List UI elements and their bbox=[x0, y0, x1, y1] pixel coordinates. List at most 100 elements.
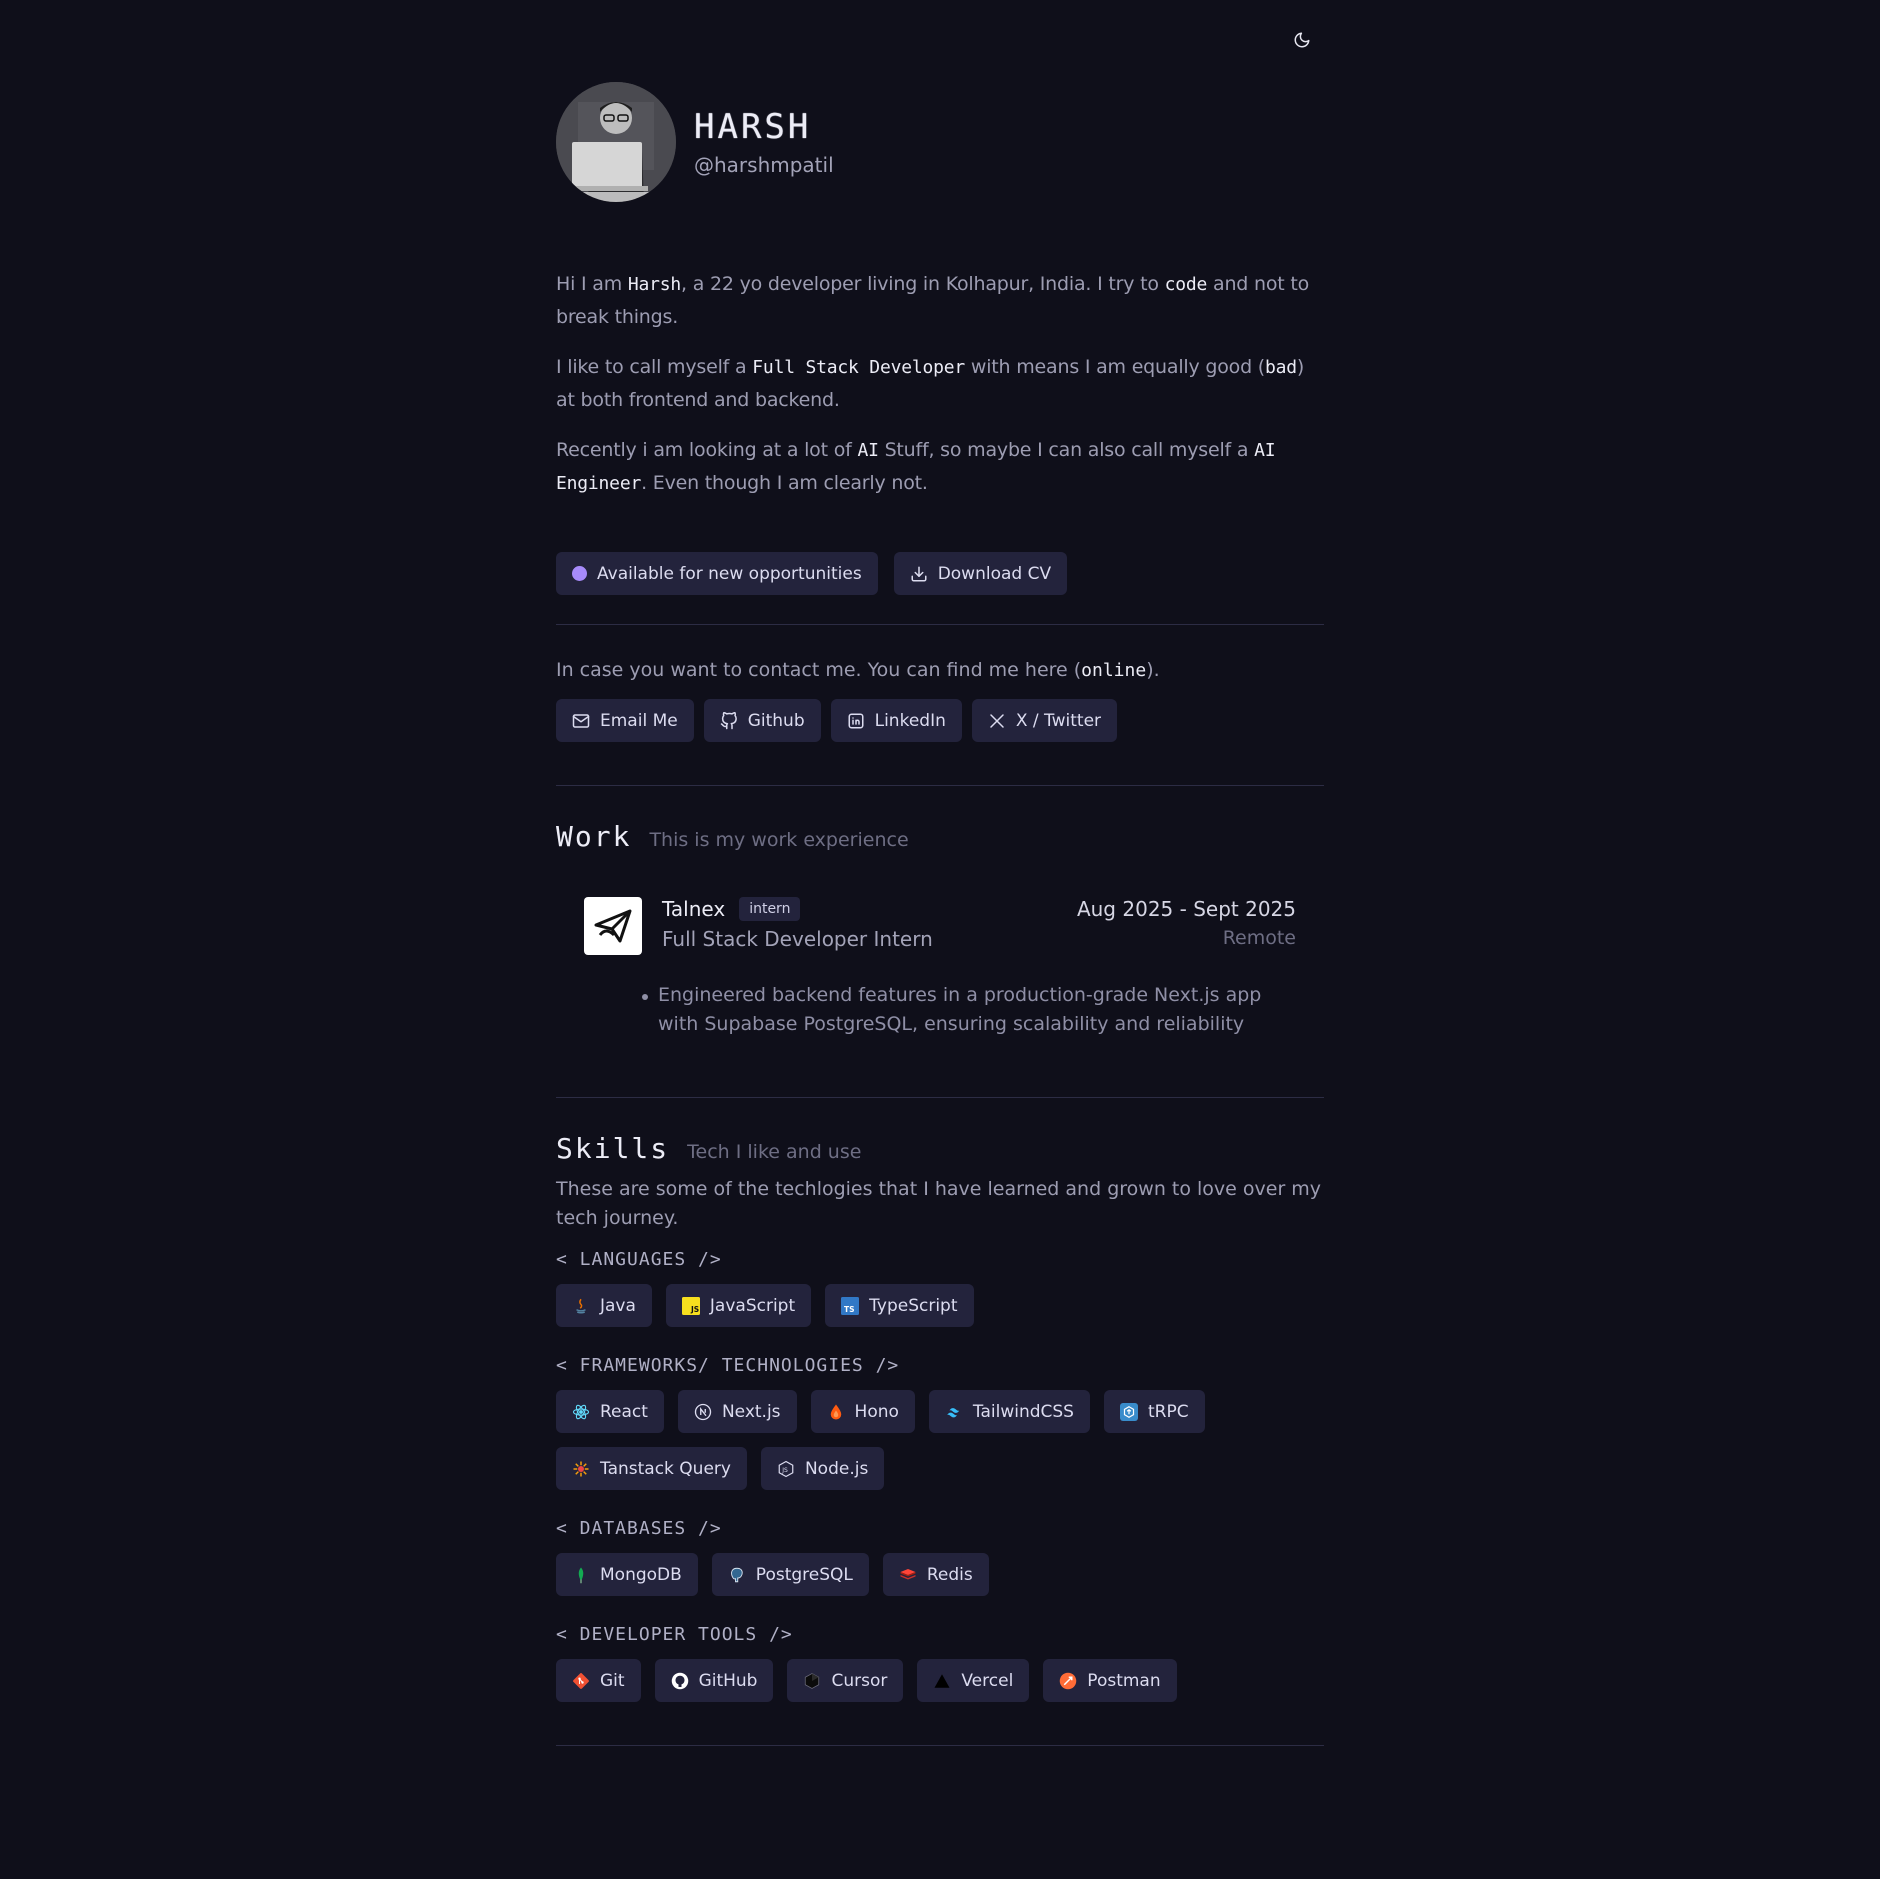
contact-text-part: In case you want to contact me. You can … bbox=[556, 659, 1082, 681]
skill-label: MongoDB bbox=[600, 1564, 682, 1585]
skill-chip[interactable]: Redis bbox=[882, 1553, 989, 1596]
linkedin-label: LinkedIn bbox=[874, 710, 946, 731]
skill-chip[interactable]: Java bbox=[556, 1284, 652, 1327]
skill-chip[interactable]: JS JavaScript bbox=[665, 1284, 812, 1327]
twitter-label: X / Twitter bbox=[1015, 710, 1102, 731]
download-cv-label: Download CV bbox=[937, 563, 1052, 584]
skill-label: Next.js bbox=[721, 1401, 781, 1422]
hono-icon bbox=[827, 1403, 845, 1421]
skills-title: Skills bbox=[556, 1132, 670, 1165]
skill-label: Cursor bbox=[831, 1670, 888, 1691]
svg-text:JS: JS bbox=[690, 1305, 699, 1314]
skill-group-devtools: Git GitHub Cursor Vercel Postman bbox=[556, 1659, 1324, 1702]
bio-text: Recently i am looking at a lot of bbox=[556, 439, 858, 461]
nextjs-icon bbox=[694, 1403, 712, 1421]
bio-highlight: bad bbox=[1265, 357, 1297, 378]
github-icon bbox=[720, 711, 737, 729]
work-header: Work This is my work experience bbox=[556, 820, 1324, 853]
trpc-icon bbox=[1119, 1402, 1138, 1421]
download-icon bbox=[911, 566, 927, 581]
bio-text: Stuff, so maybe I can also call myself a bbox=[878, 439, 1255, 461]
skill-label: Node.js bbox=[804, 1458, 869, 1479]
skill-chip[interactable]: TS TypeScript bbox=[825, 1284, 974, 1327]
job-role: Full Stack Developer Intern bbox=[662, 927, 933, 951]
moon-icon bbox=[1294, 32, 1310, 48]
status-dot-icon bbox=[572, 566, 587, 581]
tailwind-icon bbox=[945, 1403, 963, 1421]
typescript-icon: TS bbox=[841, 1296, 860, 1315]
divider bbox=[556, 1745, 1324, 1746]
theme-toggle-button[interactable] bbox=[1288, 26, 1316, 54]
skill-chip[interactable]: React bbox=[556, 1390, 664, 1433]
skill-chip[interactable]: PostgreSQL bbox=[711, 1553, 869, 1596]
job-card: Talnex intern Full Stack Developer Inter… bbox=[584, 897, 1296, 955]
skill-group-frameworks: React Next.js Hono TailwindCSS tRPC Tans… bbox=[556, 1390, 1324, 1490]
availability-badge[interactable]: Available for new opportunities bbox=[556, 552, 878, 595]
skill-label: Hono bbox=[854, 1401, 899, 1422]
tanstack-icon bbox=[572, 1460, 590, 1478]
skill-chip[interactable]: Hono bbox=[810, 1390, 915, 1433]
skills-header: Skills Tech I like and use bbox=[556, 1132, 1324, 1165]
postgresql-icon bbox=[728, 1566, 746, 1584]
skill-label: GitHub bbox=[698, 1670, 758, 1691]
job-bullets: Engineered backend features in a product… bbox=[642, 981, 1296, 1039]
bio-paragraph: Hi I am Harsh, a 22 yo developer living … bbox=[556, 268, 1324, 333]
portfolio-page: HARSH @harshmpatil Hi I am Harsh, a 22 y… bbox=[0, 0, 1880, 1879]
email-button[interactable]: Email Me bbox=[556, 699, 694, 742]
linkedin-link[interactable]: LinkedIn bbox=[830, 699, 962, 742]
mongodb-icon bbox=[572, 1566, 590, 1584]
skill-chip[interactable]: tRPC bbox=[1103, 1390, 1205, 1433]
email-label: Email Me bbox=[600, 710, 678, 731]
svg-text:TS: TS bbox=[844, 1305, 855, 1314]
skill-group-databases: MongoDB PostgreSQL Redis bbox=[556, 1553, 1324, 1596]
main-content: HARSH @harshmpatil Hi I am Harsh, a 22 y… bbox=[556, 82, 1324, 1746]
download-cv-button[interactable]: Download CV bbox=[893, 552, 1068, 595]
skill-group-label: < LANGUAGES /> bbox=[556, 1249, 722, 1270]
skill-chip[interactable]: GitHub bbox=[654, 1659, 774, 1702]
github-link[interactable]: Github bbox=[703, 699, 821, 742]
job-location: Remote bbox=[1222, 927, 1296, 949]
divider bbox=[556, 785, 1324, 786]
twitter-link[interactable]: X / Twitter bbox=[971, 699, 1118, 742]
linkedin-icon bbox=[848, 713, 864, 728]
bio-text: , a 22 yo developer living in Kolhapur, … bbox=[681, 273, 1165, 295]
skill-group-label: < DATABASES /> bbox=[556, 1518, 722, 1539]
skill-chip[interactable]: Tanstack Query bbox=[556, 1447, 747, 1490]
job-bullet: Engineered backend features in a product… bbox=[642, 981, 1296, 1039]
skill-chip[interactable]: Next.js bbox=[677, 1390, 797, 1433]
react-icon bbox=[572, 1403, 590, 1421]
profile-header: HARSH @harshmpatil bbox=[556, 82, 1324, 202]
skill-label: TypeScript bbox=[869, 1295, 958, 1316]
skill-label: React bbox=[600, 1401, 648, 1422]
job-type-badge: intern bbox=[739, 897, 801, 921]
skill-chip[interactable]: Vercel bbox=[917, 1659, 1030, 1702]
javascript-icon: JS bbox=[681, 1296, 700, 1315]
skill-label: Redis bbox=[926, 1564, 973, 1585]
redis-icon bbox=[899, 1566, 917, 1584]
skill-chip[interactable]: Cursor bbox=[787, 1659, 904, 1702]
skill-chip[interactable]: TailwindCSS bbox=[928, 1390, 1090, 1433]
work-subtitle: This is my work experience bbox=[649, 829, 909, 851]
social-links: Email Me Github LinkedIn X / Twitter bbox=[556, 699, 1324, 742]
skill-label: Tanstack Query bbox=[600, 1458, 731, 1479]
bio-highlight: Harsh bbox=[627, 274, 682, 295]
bio-text: with means I am equally good ( bbox=[965, 356, 1265, 378]
profile-handle: @harshmpatil bbox=[694, 153, 834, 177]
skill-chip[interactable]: Git bbox=[556, 1659, 641, 1702]
skill-chip[interactable]: JS Node.js bbox=[760, 1447, 885, 1490]
skill-label: JavaScript bbox=[709, 1295, 796, 1316]
skill-label: tRPC bbox=[1147, 1401, 1189, 1422]
git-icon bbox=[572, 1672, 590, 1690]
job-dates: Aug 2025 - Sept 2025 bbox=[1076, 897, 1296, 921]
svg-text:JS: JS bbox=[781, 1467, 788, 1474]
bio-highlight: AI bbox=[857, 440, 879, 461]
postman-icon bbox=[1059, 1672, 1077, 1690]
company-name: Talnex bbox=[662, 897, 726, 921]
skill-chip[interactable]: Postman bbox=[1043, 1659, 1177, 1702]
contact-text-part: ). bbox=[1146, 659, 1160, 681]
bio-paragraph: I like to call myself a Full Stack Devel… bbox=[556, 351, 1324, 416]
skill-chip[interactable]: MongoDB bbox=[556, 1553, 698, 1596]
bio-section: Hi I am Harsh, a 22 yo developer living … bbox=[556, 268, 1324, 500]
bio-highlight: Full Stack Developer bbox=[752, 357, 966, 378]
action-row: Available for new opportunities Download… bbox=[556, 552, 1324, 595]
